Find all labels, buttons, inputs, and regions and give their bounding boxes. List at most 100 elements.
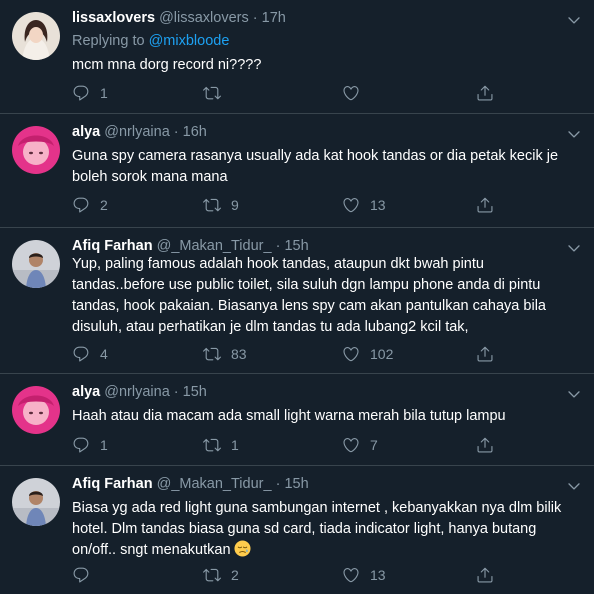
tweet-actions: 4 83 102 — [72, 344, 502, 364]
like-button[interactable]: 13 — [342, 565, 386, 585]
reply-icon — [72, 345, 90, 363]
reply-count: 1 — [100, 437, 108, 453]
replying-to: Replying to @mixbloode — [72, 33, 229, 49]
retweet-button[interactable] — [203, 83, 231, 103]
like-button[interactable]: 13 — [342, 195, 386, 215]
share-button[interactable] — [476, 344, 494, 364]
like-icon — [342, 84, 360, 102]
share-icon — [476, 196, 494, 214]
reply-count: 1 — [100, 85, 108, 101]
tweet-text: Biasa yg ada red light guna sambungan in… — [72, 500, 562, 558]
display-name[interactable]: Afiq Farhan — [72, 238, 153, 254]
tweet-actions: 2 9 13 — [72, 195, 502, 215]
like-button[interactable]: 7 — [342, 435, 378, 455]
tweet-actions: 2 13 — [72, 565, 502, 585]
share-button[interactable] — [476, 83, 494, 103]
retweet-button[interactable]: 1 — [203, 435, 239, 455]
tweet-body: Biasa yg ada red light guna sambungan in… — [72, 498, 576, 561]
avatar[interactable] — [12, 386, 60, 434]
share-icon — [476, 566, 494, 584]
user-handle[interactable]: @nrlyaina — [104, 384, 170, 400]
avatar[interactable] — [12, 478, 60, 526]
mention-link[interactable]: @mixbloode — [149, 33, 230, 49]
separator-dot: · — [252, 10, 258, 26]
separator-dot: · — [275, 476, 281, 492]
separator-dot: · — [173, 384, 179, 400]
reply-button[interactable]: 1 — [72, 83, 108, 103]
avatar[interactable] — [12, 240, 60, 288]
tweet[interactable]: Afiq Farhan @_Makan_Tidur_ · 15h Biasa y… — [0, 466, 594, 594]
replying-to-label: Replying to — [72, 33, 149, 49]
tweet[interactable]: Afiq Farhan @_Makan_Tidur_ · 15h Yup, pa… — [0, 228, 594, 374]
tweet[interactable]: alya @nrlyaina · 16h Guna spy camera ras… — [0, 114, 594, 228]
display-name[interactable]: lissaxlovers — [72, 10, 155, 26]
timestamp[interactable]: 17h — [262, 10, 286, 26]
caret-down-icon[interactable] — [566, 386, 582, 402]
tweet-text: Yup, paling famous adalah hook tandas, a… — [72, 256, 546, 335]
avatar[interactable] — [12, 12, 60, 60]
tweet[interactable]: lissaxlovers @lissaxlovers · 17h Replyin… — [0, 0, 594, 114]
tweet-header: Afiq Farhan @_Makan_Tidur_ · 15h — [72, 476, 309, 492]
caret-down-icon[interactable] — [566, 478, 582, 494]
reply-icon — [72, 566, 90, 584]
separator-dot: · — [173, 124, 179, 140]
caret-down-icon[interactable] — [566, 126, 582, 142]
retweet-icon — [203, 196, 221, 214]
user-handle[interactable]: @nrlyaina — [104, 124, 170, 140]
caret-down-icon[interactable] — [566, 12, 582, 28]
timestamp[interactable]: 16h — [183, 124, 207, 140]
like-icon — [342, 345, 360, 363]
retweet-button[interactable]: 9 — [203, 195, 239, 215]
like-count: 13 — [370, 197, 386, 213]
share-button[interactable] — [476, 565, 494, 585]
display-name[interactable]: Afiq Farhan — [72, 476, 153, 492]
reply-button[interactable]: 2 — [72, 195, 108, 215]
like-icon — [342, 566, 360, 584]
reply-button[interactable]: 4 — [72, 344, 108, 364]
retweet-icon — [203, 345, 221, 363]
retweet-count: 9 — [231, 197, 239, 213]
tweet-text: mcm mna dorg record ni???? — [72, 57, 262, 73]
share-button[interactable] — [476, 435, 494, 455]
tweet-actions: 1 1 7 — [72, 435, 502, 455]
separator-dot: · — [275, 238, 281, 254]
retweet-icon — [203, 566, 221, 584]
retweet-button[interactable]: 83 — [203, 344, 247, 364]
reply-icon — [72, 436, 90, 454]
retweet-count: 1 — [231, 437, 239, 453]
display-name[interactable]: alya — [72, 384, 100, 400]
timestamp[interactable]: 15h — [284, 476, 308, 492]
share-button[interactable] — [476, 195, 494, 215]
reply-button[interactable] — [72, 565, 100, 585]
tweet-text: Guna spy camera rasanya usually ada kat … — [72, 148, 559, 185]
user-handle[interactable]: @_Makan_Tidur_ — [157, 476, 272, 492]
timestamp[interactable]: 15h — [284, 238, 308, 254]
reply-count: 2 — [100, 197, 108, 213]
like-count: 102 — [370, 346, 394, 362]
like-button[interactable]: 102 — [342, 344, 393, 364]
like-button[interactable] — [342, 83, 370, 103]
avatar[interactable] — [12, 126, 60, 174]
display-name[interactable]: alya — [72, 124, 100, 140]
reply-icon — [72, 196, 90, 214]
reply-button[interactable]: 1 — [72, 435, 108, 455]
tweet-header: lissaxlovers @lissaxlovers · 17h — [72, 10, 286, 26]
retweet-button[interactable]: 2 — [203, 565, 239, 585]
like-icon — [342, 436, 360, 454]
timestamp[interactable]: 15h — [183, 384, 207, 400]
reply-icon — [72, 84, 90, 102]
retweet-icon — [203, 436, 221, 454]
user-handle[interactable]: @lissaxlovers — [159, 10, 249, 26]
share-icon — [476, 84, 494, 102]
user-handle[interactable]: @_Makan_Tidur_ — [157, 238, 272, 254]
like-count: 7 — [370, 437, 378, 453]
retweet-count: 2 — [231, 567, 239, 583]
tweet-header: Afiq Farhan @_Makan_Tidur_ · 15h — [72, 238, 309, 254]
retweet-icon — [203, 84, 221, 102]
tweet-actions: 1 — [72, 83, 502, 103]
like-icon — [342, 196, 360, 214]
tweet[interactable]: alya @nrlyaina · 15h Haah atau dia macam… — [0, 374, 594, 466]
share-icon — [476, 436, 494, 454]
reply-count: 4 — [100, 346, 108, 362]
tweet-header: alya @nrlyaina · 16h — [72, 124, 207, 140]
